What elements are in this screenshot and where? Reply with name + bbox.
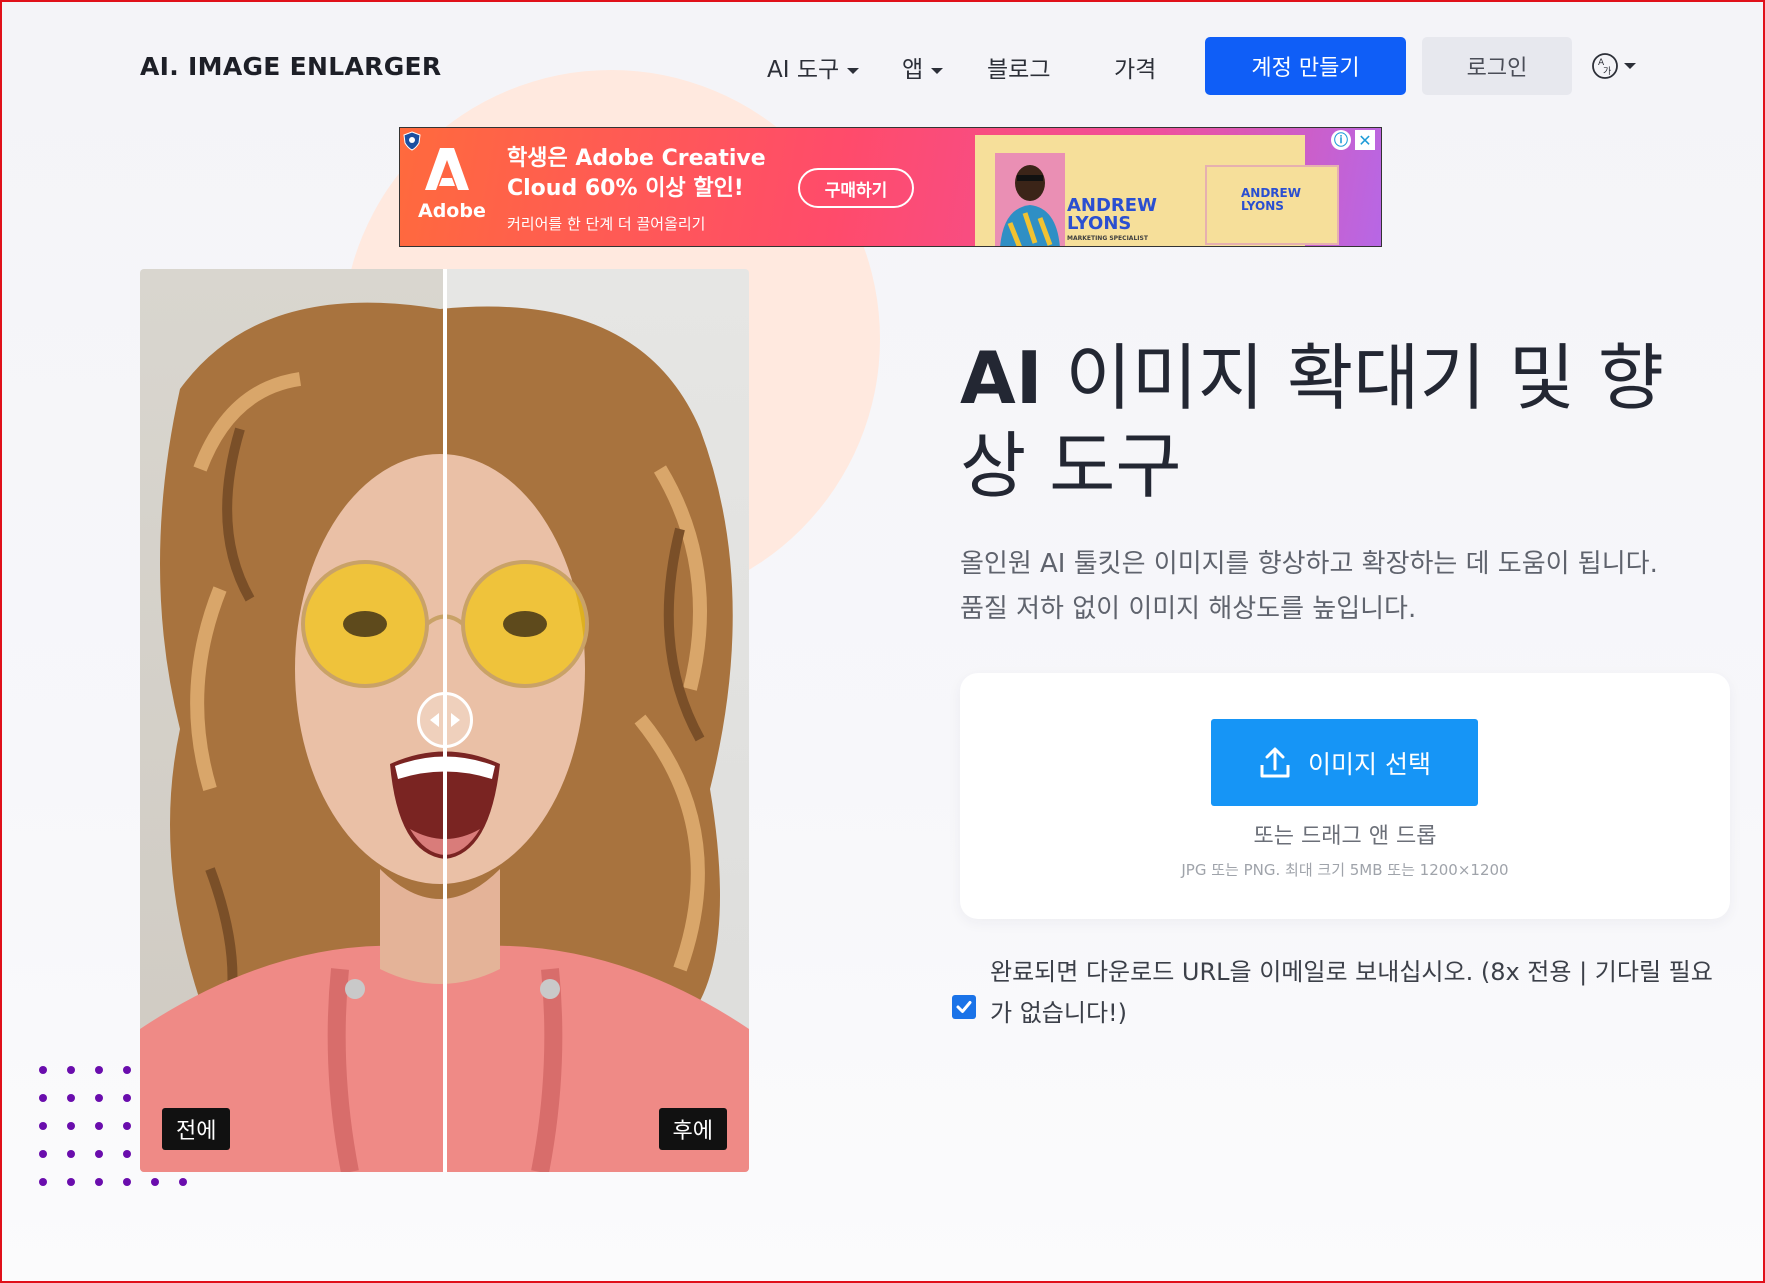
svg-text:가: 가	[1603, 66, 1611, 77]
after-label: 후에	[658, 1108, 727, 1150]
select-image-label: 이미지 선택	[1308, 749, 1431, 779]
top-nav: AI 도구 앱 블로그 가격 계정 만들기 로그인 A 가	[2, 32, 1763, 96]
nav-ai-tools-label: AI 도구	[767, 57, 840, 83]
ad-card-role: MARKETING SPECIALIST	[1067, 235, 1148, 242]
page-title-rest: 이미지 확대기 및 향상 도구	[960, 336, 1664, 508]
ad-card-last-name: LYONS	[1067, 213, 1132, 234]
translate-icon: A 가	[1592, 53, 1618, 79]
language-selector[interactable]: A 가	[1590, 49, 1640, 83]
nav-ai-tools[interactable]: AI 도구	[767, 50, 860, 84]
nav-apps[interactable]: 앱	[902, 50, 944, 84]
page-title: AI 이미지 확대기 및 향상 도구	[960, 334, 1720, 510]
ad-banner[interactable]: Adobe 학생은 Adobe Creative Cloud 60% 이상 할인…	[399, 127, 1382, 247]
chevron-down-icon	[1624, 63, 1636, 69]
nav-pricing[interactable]: 가격	[1114, 50, 1156, 84]
before-after-comparison[interactable]: 전에 후에	[140, 269, 749, 1172]
ad-mini-card-name: ANDREW LYONS	[1241, 187, 1301, 213]
adobe-icon	[425, 148, 469, 190]
comparison-slider-handle[interactable]	[417, 692, 473, 748]
drag-arrows-icon	[430, 713, 460, 727]
adobe-logo: Adobe	[418, 146, 486, 236]
nav-apps-label: 앱	[902, 57, 924, 83]
ad-mini-last-name: LYONS	[1241, 199, 1284, 213]
hero-description: 올인원 AI 툴킷은 이미지를 향상하고 확장하는 데 도움이 됩니다. 품질 …	[960, 542, 1730, 632]
upload-icon	[1260, 747, 1290, 777]
ad-mini-first-name: ANDREW	[1241, 186, 1301, 200]
nav-blog[interactable]: 블로그	[987, 50, 1050, 84]
ad-card-name: ANDREW LYONS	[1067, 197, 1157, 233]
before-label: 전에	[162, 1108, 231, 1150]
select-image-button[interactable]: 이미지 선택	[1211, 719, 1478, 806]
chevron-down-icon	[931, 67, 944, 74]
upload-dropzone[interactable]: 이미지 선택 또는 드래그 앤 드롭 JPG 또는 PNG. 최대 크기 5MB…	[960, 673, 1730, 919]
file-limit-text: JPG 또는 PNG. 최대 크기 5MB 또는 1200×1200	[1181, 861, 1509, 879]
ad-image-card: ANDREW LYONS MARKETING SPECIALIST ANDREW…	[975, 135, 1339, 246]
hero-description-line1: 올인원 AI 툴킷은 이미지를 향상하고 확장하는 데 도움이 됩니다.	[960, 549, 1658, 579]
ad-info-icon[interactable]: ⓘ	[1331, 130, 1351, 150]
login-button[interactable]: 로그인	[1422, 37, 1572, 95]
hero-description-line2: 품질 저하 없이 이미지 해상도를 높입니다.	[960, 594, 1417, 624]
check-icon	[956, 1001, 972, 1013]
ad-buy-button[interactable]: 구매하기	[798, 168, 914, 208]
email-checkbox[interactable]	[952, 995, 976, 1019]
adobe-brand-text: Adobe	[418, 200, 486, 222]
email-option-label[interactable]: 완료되면 다운로드 URL을 이메일로 보내십시오. (8x 전용 | 기다릴 …	[990, 952, 1730, 1034]
chevron-down-icon	[847, 67, 860, 74]
ad-subtext: 커리어를 한 단계 더 끌어올리기	[507, 215, 706, 233]
create-account-button[interactable]: 계정 만들기	[1205, 37, 1406, 95]
person-photo	[995, 153, 1065, 246]
ad-headline: 학생은 Adobe Creative Cloud 60% 이상 할인!	[507, 146, 766, 201]
page-title-ai: AI	[960, 336, 1043, 420]
ad-mini-card: ANDREW LYONS	[1205, 165, 1339, 245]
drag-drop-text: 또는 드래그 앤 드롭	[1253, 824, 1437, 849]
ad-close-icon[interactable]: ✕	[1355, 130, 1375, 150]
